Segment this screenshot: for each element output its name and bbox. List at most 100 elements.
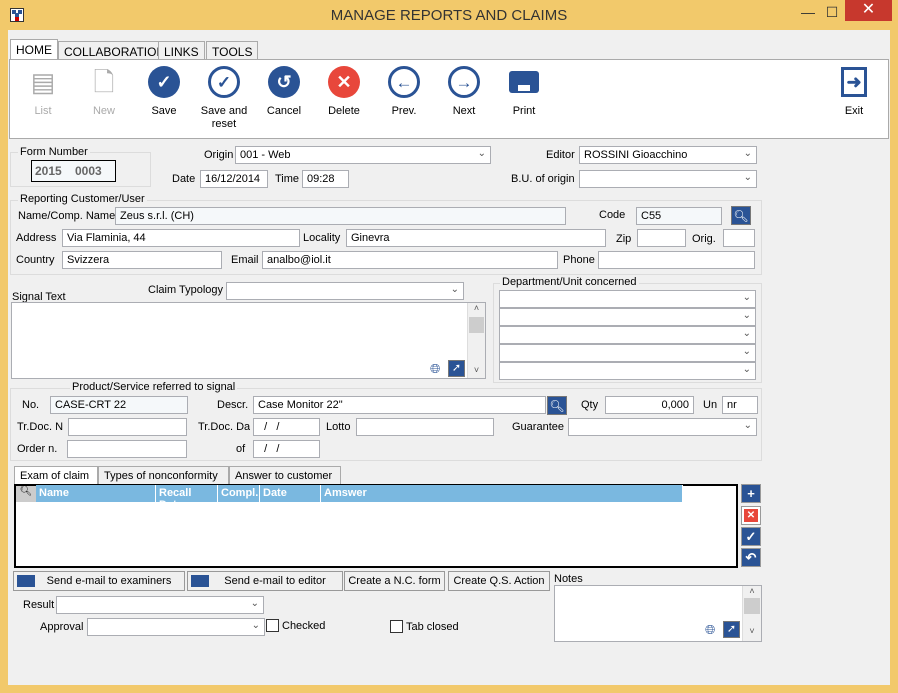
product-search-button[interactable]: 🔍︎ bbox=[547, 396, 567, 415]
orig-input[interactable] bbox=[723, 229, 755, 247]
exit-button[interactable]: ➜ Exit bbox=[824, 65, 884, 118]
email-label: Email bbox=[231, 254, 259, 266]
subtab-exam-of-claim[interactable]: Exam of claim bbox=[14, 466, 98, 485]
tab-collaboration[interactable]: COLLABORATION bbox=[58, 41, 172, 60]
department-select-1[interactable]: ⌄ bbox=[499, 290, 756, 308]
column-header-date[interactable]: Date bbox=[260, 485, 321, 502]
descr-label: Descr. bbox=[217, 399, 249, 411]
prev-button[interactable]: ← Prev. bbox=[374, 65, 434, 118]
expand-arrow-icon[interactable]: ➚ bbox=[448, 360, 465, 377]
save-and-reset-button[interactable]: ✓ Save and reset bbox=[194, 65, 254, 131]
globe-icon[interactable]: 🌐︎ bbox=[705, 622, 715, 638]
list-button[interactable]: ▤ List bbox=[13, 65, 73, 118]
chevron-down-icon: ⌄ bbox=[742, 364, 751, 375]
create-qs-action-button[interactable]: Create Q.S. Action bbox=[448, 571, 550, 591]
checkmark-icon: ✓ bbox=[745, 529, 757, 544]
claim-typology-select[interactable]: ⌄ bbox=[226, 282, 464, 300]
department-select-2[interactable]: ⌄ bbox=[499, 308, 756, 326]
result-label: Result bbox=[23, 599, 55, 611]
locality-input[interactable]: Ginevra bbox=[346, 229, 606, 247]
print-button[interactable]: Print bbox=[494, 65, 554, 118]
save-button[interactable]: ✓ Save bbox=[134, 65, 194, 118]
chevron-down-icon: ⌄ bbox=[743, 172, 752, 183]
create-nc-form-button[interactable]: Create a N.C. form bbox=[344, 571, 445, 591]
order-date-input[interactable]: / / bbox=[253, 440, 320, 458]
phone-input[interactable] bbox=[598, 251, 755, 269]
code-input[interactable]: C55 bbox=[636, 207, 722, 225]
maximize-button[interactable]: ☐ bbox=[820, 4, 844, 22]
chevron-down-icon: ⌄ bbox=[743, 148, 752, 159]
tab-closed-checkbox[interactable] bbox=[390, 620, 403, 633]
subtab-types-of-nonconformity[interactable]: Types of nonconformity bbox=[98, 466, 229, 485]
email-input[interactable]: analbo@iol.it bbox=[262, 251, 558, 269]
department-select-5[interactable]: ⌄ bbox=[499, 362, 756, 380]
signal-textarea[interactable] bbox=[11, 302, 486, 379]
grid-search-icon[interactable]: 🔍︎ bbox=[16, 486, 36, 502]
undo-row-button[interactable]: ↶ bbox=[741, 548, 761, 567]
expand-arrow-icon[interactable]: ➚ bbox=[723, 621, 740, 638]
order-input[interactable] bbox=[67, 440, 187, 458]
trdoc-date-input[interactable]: / / bbox=[253, 418, 320, 436]
column-header-answer[interactable]: Amswer bbox=[321, 485, 683, 502]
department-select-3[interactable]: ⌄ bbox=[499, 326, 756, 344]
search-icon: 🔍︎ bbox=[733, 209, 749, 223]
new-button[interactable]: 🗋 New bbox=[74, 65, 134, 118]
code-label: Code bbox=[599, 209, 626, 221]
department-select-4[interactable]: ⌄ bbox=[499, 344, 756, 362]
trdoc-n-label: Tr.Doc. N bbox=[17, 421, 64, 433]
lotto-input[interactable] bbox=[356, 418, 494, 436]
un-input[interactable]: nr bbox=[722, 396, 758, 414]
result-select[interactable]: ⌄ bbox=[56, 596, 264, 614]
customer-search-button[interactable]: 🔍︎ bbox=[731, 206, 751, 225]
country-input[interactable]: Svizzera bbox=[62, 251, 222, 269]
send-email-editor-button[interactable]: Send e-mail to editor bbox=[187, 571, 343, 591]
product-no-input[interactable]: CASE-CRT 22 bbox=[50, 396, 188, 414]
cancel-button[interactable]: ↺ Cancel bbox=[254, 65, 314, 118]
send-email-examiners-label: Send e-mail to examiners bbox=[46, 575, 172, 587]
column-header-name[interactable]: Name bbox=[36, 485, 156, 502]
delete-row-button[interactable]: ✕ bbox=[741, 506, 761, 525]
tab-home[interactable]: HOME bbox=[10, 39, 58, 60]
undo-icon: ↺ bbox=[267, 65, 301, 99]
product-no-label: No. bbox=[22, 399, 40, 411]
origin-value: 001 - Web bbox=[240, 149, 291, 161]
time-input[interactable]: 09:28 bbox=[302, 170, 349, 188]
tab-links[interactable]: LINKS bbox=[158, 41, 205, 60]
add-row-button[interactable]: + bbox=[741, 484, 761, 503]
editor-value: ROSSINI Gioacchino bbox=[584, 149, 688, 161]
zip-input[interactable] bbox=[637, 229, 686, 247]
delete-button[interactable]: ✕ Delete bbox=[314, 65, 374, 118]
order-label: Order n. bbox=[17, 443, 58, 455]
tab-tools[interactable]: TOOLS bbox=[206, 41, 259, 60]
column-header-compl[interactable]: Compl. bbox=[218, 485, 260, 502]
search-icon: 🔍︎ bbox=[549, 399, 565, 413]
tab-closed-label: Tab closed bbox=[406, 621, 459, 633]
bu-select[interactable]: ⌄ bbox=[579, 170, 757, 188]
close-button[interactable]: ✕ bbox=[845, 0, 892, 21]
notes-label: Notes bbox=[554, 573, 583, 585]
chevron-down-icon: ⌄ bbox=[450, 284, 459, 295]
descr-input[interactable]: Case Monitor 22" bbox=[253, 396, 546, 414]
list-label: List bbox=[34, 105, 52, 117]
origin-select[interactable]: 001 - Web ⌄ bbox=[235, 146, 491, 164]
checked-checkbox[interactable] bbox=[266, 619, 279, 632]
column-header-recall-date[interactable]: Recall Date bbox=[156, 485, 218, 511]
confirm-row-button[interactable]: ✓ bbox=[741, 527, 761, 546]
globe-icon[interactable]: 🌐︎ bbox=[430, 361, 440, 377]
send-email-examiners-button[interactable]: Send e-mail to examiners bbox=[13, 571, 185, 591]
notes-scrollbar[interactable]: ˄ ˅ bbox=[742, 586, 761, 641]
date-input[interactable]: 16/12/2014 bbox=[200, 170, 268, 188]
subtab-answer-to-customer[interactable]: Answer to customer bbox=[229, 466, 341, 485]
chevron-down-icon: ⌄ bbox=[251, 620, 260, 631]
qty-input[interactable]: 0,000 bbox=[605, 396, 694, 414]
guarantee-select[interactable]: ⌄ bbox=[568, 418, 757, 436]
name-input[interactable]: Zeus s.r.l. (CH) bbox=[115, 207, 566, 225]
next-button[interactable]: → Next bbox=[434, 65, 494, 118]
signal-scrollbar[interactable]: ˄ ˅ bbox=[467, 303, 485, 378]
editor-select[interactable]: ROSSINI Gioacchino ⌄ bbox=[579, 146, 757, 164]
approval-select[interactable]: ⌄ bbox=[87, 618, 265, 636]
address-input[interactable]: Via Flaminia, 44 bbox=[62, 229, 300, 247]
minimize-button[interactable]: — bbox=[796, 4, 820, 22]
undo-icon: ↶ bbox=[745, 550, 757, 565]
trdoc-n-input[interactable] bbox=[68, 418, 187, 436]
